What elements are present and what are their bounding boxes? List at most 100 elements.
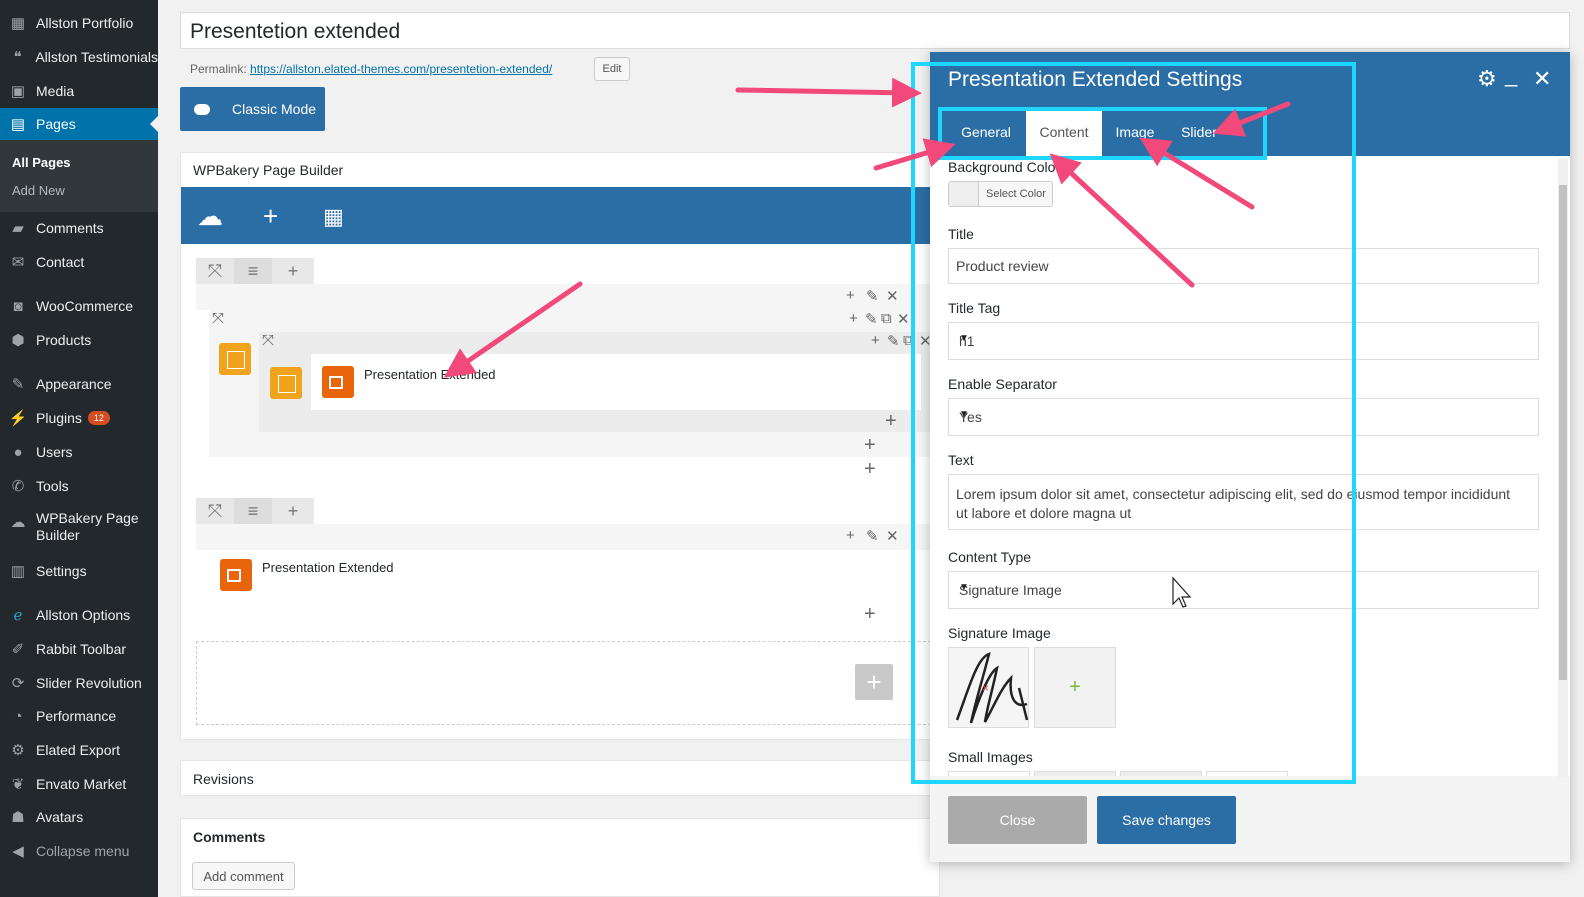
- sidebar-item-performance[interactable]: ◔ Performance: [0, 700, 158, 732]
- expand-icon[interactable]: ⤧: [196, 258, 234, 284]
- title-input[interactable]: Product review: [948, 248, 1539, 284]
- inner-row: ⤧ + ✎ ⧉ ✕ Presentation Extended +: [259, 332, 936, 432]
- e-icon: ℯ: [13, 607, 23, 624]
- sidebar-item-products[interactable]: ⬢ Products: [0, 324, 158, 356]
- arrow-to-modal: [735, 77, 922, 108]
- text-label: Text: [948, 452, 974, 468]
- edit-icon[interactable]: ✎: [866, 527, 879, 545]
- add-element-icon[interactable]: +: [864, 434, 876, 457]
- separator-label: Enable Separator: [948, 376, 1057, 392]
- classic-mode-button[interactable]: Classic Mode: [180, 87, 325, 131]
- chevron-down-icon: ▼: [959, 582, 969, 593]
- sidebar-item-contact[interactable]: ✉ Contact: [0, 246, 158, 278]
- add-column-icon[interactable]: +: [274, 498, 312, 524]
- save-changes-button[interactable]: Save changes: [1097, 796, 1236, 844]
- add-icon[interactable]: +: [846, 527, 855, 544]
- submenu-all-pages[interactable]: All Pages: [12, 155, 71, 170]
- sidebar-item-elated-export[interactable]: ⚙ Elated Export: [0, 734, 158, 766]
- templates-icon[interactable]: ▦: [323, 204, 344, 230]
- permalink-link[interactable]: https://allston.elated-themes.com/presen…: [250, 62, 552, 76]
- wpbakery-logo-icon[interactable]: ☁: [197, 201, 223, 232]
- drag-handle-icon[interactable]: ≡: [234, 258, 272, 284]
- sidebar-item-slider-revolution[interactable]: ⟳ Slider Revolution: [0, 667, 158, 699]
- expand-icon[interactable]: ⤧: [196, 498, 234, 524]
- sidebar-item-envato-market[interactable]: ❦ Envato Market: [0, 768, 158, 800]
- sidebar-item-pages[interactable]: ▤ Pages: [0, 108, 158, 140]
- content-type-label: Content Type: [948, 549, 1032, 565]
- settings-modal: Presentation Extended Settings ⚙ _ ✕ Gen…: [930, 52, 1570, 862]
- add-icon[interactable]: +: [846, 287, 855, 304]
- tab-general[interactable]: General: [948, 108, 1024, 156]
- submenu-add-new[interactable]: Add New: [12, 183, 65, 198]
- wpbakery-label-line2: Builder: [36, 527, 80, 543]
- delete-icon[interactable]: ✕: [897, 310, 910, 328]
- duplicate-icon[interactable]: ⧉: [881, 310, 892, 327]
- sidebar-item-wpbakery[interactable]: ☁ WPBakery Page Builder: [0, 510, 158, 550]
- sidebar-item-woocommerce[interactable]: ◙ WooCommerce: [0, 290, 158, 322]
- select-color-button[interactable]: Select Color: [948, 181, 1053, 207]
- tab-slider[interactable]: Slider: [1168, 108, 1230, 156]
- sidebar-item-tools[interactable]: ✆ Tools: [0, 470, 158, 502]
- scrollbar-thumb[interactable]: [1559, 185, 1567, 680]
- sidebar-item-allston-options[interactable]: ℯ Allston Options: [0, 599, 158, 631]
- add-comment-button[interactable]: Add comment: [192, 862, 295, 890]
- pages-icon: ▤: [10, 116, 26, 133]
- add-row-dropzone[interactable]: +: [196, 641, 936, 725]
- sidebar-item-media[interactable]: ▣ Media: [0, 75, 158, 107]
- signature-image-thumbnail[interactable]: ×: [948, 647, 1029, 728]
- post-title-input[interactable]: Presentetion extended: [180, 12, 1570, 49]
- tab-content[interactable]: Content: [1026, 108, 1102, 156]
- add-element-icon[interactable]: +: [864, 603, 876, 626]
- sidebar-item-comments[interactable]: ▰ Comments: [0, 212, 158, 244]
- sidebar-item-allston-testimonials[interactable]: ❝ Allston Testimonials: [0, 41, 158, 73]
- separator-select[interactable]: Yes ▼: [948, 398, 1539, 436]
- delete-icon[interactable]: ✕: [886, 527, 899, 545]
- add-element-icon[interactable]: +: [864, 458, 876, 481]
- close-icon[interactable]: ✕: [1533, 66, 1551, 92]
- tab-image[interactable]: Image: [1104, 108, 1166, 156]
- edit-icon[interactable]: ✎: [887, 332, 900, 350]
- sidebar-item-appearance[interactable]: ✎ Appearance: [0, 368, 158, 400]
- sidebar-item-users[interactable]: ● Users: [0, 436, 158, 468]
- expand-icon[interactable]: ⤧: [262, 332, 274, 349]
- builder-toolbar: ☁ + ▦: [181, 187, 941, 244]
- delete-icon[interactable]: ✕: [886, 287, 899, 305]
- edit-icon[interactable]: ✎: [866, 287, 879, 305]
- add-element-icon[interactable]: +: [263, 201, 278, 232]
- duplicate-icon[interactable]: ⧉: [903, 332, 914, 349]
- element-presentation-extended[interactable]: Presentation Extended: [209, 550, 936, 602]
- sidebar-item-plugins[interactable]: ⚡ Plugins 12: [0, 402, 158, 434]
- close-button[interactable]: Close: [948, 796, 1087, 844]
- revisions-panel[interactable]: Revisions: [180, 760, 940, 796]
- add-icon[interactable]: +: [849, 310, 858, 327]
- permalink: Permalink: https://allston.elated-themes…: [190, 62, 552, 76]
- media-icon: ▣: [10, 83, 26, 100]
- add-column-icon[interactable]: +: [274, 258, 312, 284]
- user-icon: ●: [13, 443, 23, 461]
- element-presentation-extended[interactable]: Presentation Extended: [311, 354, 921, 410]
- gear-icon[interactable]: ⚙: [1477, 66, 1497, 92]
- drag-handle-icon[interactable]: ≡: [234, 498, 272, 524]
- background-color-label: Background Colo: [948, 159, 1056, 175]
- mail-icon: ✉: [11, 254, 25, 271]
- minimize-icon[interactable]: _: [1505, 62, 1517, 88]
- collapse-menu[interactable]: ◀ Collapse menu: [0, 835, 158, 867]
- permalink-edit-button[interactable]: Edit: [594, 57, 630, 81]
- add-signature-image-button[interactable]: +: [1034, 647, 1116, 728]
- sidebar-item-avatars[interactable]: ☗ Avatars: [0, 801, 158, 833]
- edit-icon[interactable]: ✎: [865, 310, 878, 328]
- add-row-icon[interactable]: +: [855, 664, 893, 700]
- sidebar-item-rabbit-toolbar[interactable]: ✐ Rabbit Toolbar: [0, 633, 158, 665]
- add-icon[interactable]: +: [871, 332, 880, 349]
- sidebar-item-allston-portfolio[interactable]: ▦ Allston Portfolio: [0, 7, 158, 39]
- rabbit-icon: ✐: [11, 641, 25, 658]
- element-label: Presentation Extended: [262, 560, 394, 575]
- permalink-label: Permalink:: [190, 62, 247, 76]
- quote-icon: ❝: [13, 49, 22, 66]
- sidebar-item-settings[interactable]: ▥ Settings: [0, 555, 158, 587]
- title-tag-select[interactable]: h1 ▼: [948, 322, 1539, 360]
- expand-icon[interactable]: ⤧: [212, 310, 224, 327]
- content-type-select[interactable]: Signature Image ▼: [948, 571, 1539, 609]
- add-element-icon[interactable]: +: [885, 410, 897, 433]
- text-textarea[interactable]: Lorem ipsum dolor sit amet, consectetur …: [948, 474, 1539, 530]
